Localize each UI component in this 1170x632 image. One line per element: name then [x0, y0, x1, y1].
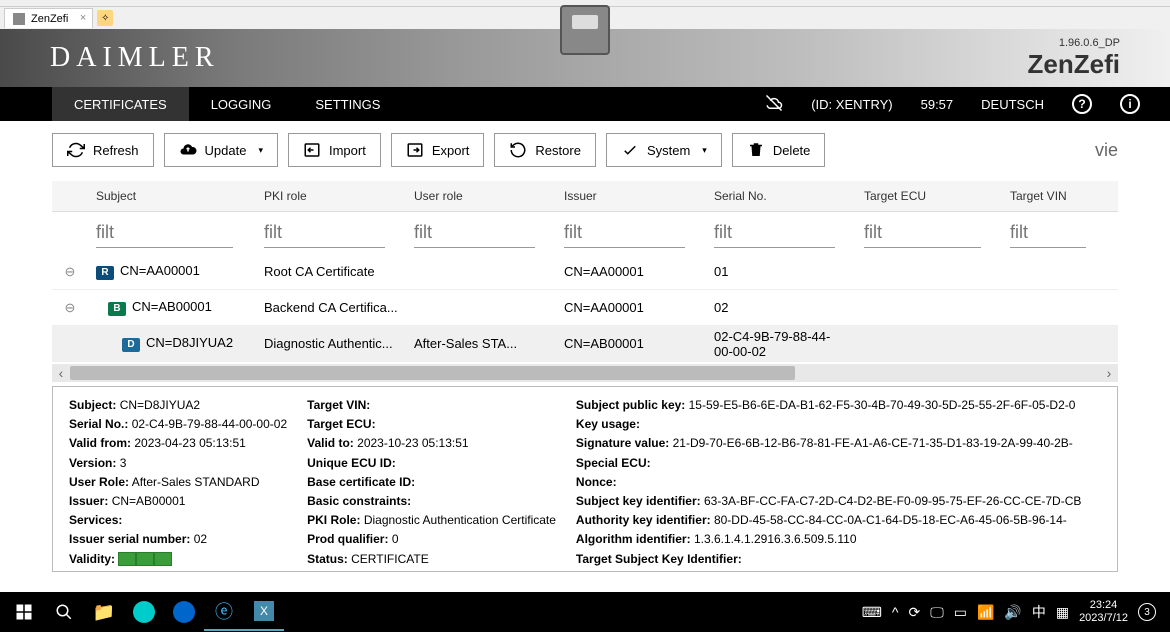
action-center-icon[interactable]: ▦ — [1056, 604, 1069, 621]
nav-bar: CERTIFICATES LOGGING SETTINGS (ID: XENTR… — [0, 87, 1170, 121]
col-header-user[interactable]: User role — [406, 181, 556, 211]
import-icon — [303, 141, 321, 159]
refresh-button[interactable]: Refresh — [52, 133, 154, 167]
scroll-left-icon[interactable]: ‹ — [52, 364, 70, 382]
validity-indicator — [118, 552, 172, 566]
app-icon-1[interactable] — [124, 593, 164, 631]
notification-badge[interactable]: 3 — [1138, 603, 1156, 621]
table-h-scrollbar[interactable]: ‹ › — [52, 364, 1118, 382]
system-button[interactable]: System — [606, 133, 722, 167]
filter-subject[interactable] — [96, 218, 233, 248]
system-tray: ⌨ ^ ⟳ 🖵 ▭ 📶 🔊 中 ▦ 23:24 2023/7/12 3 — [862, 599, 1166, 625]
volume-icon[interactable]: 🔊 — [1004, 604, 1021, 621]
ie-icon[interactable]: ⓔ — [204, 593, 244, 631]
filter-row — [52, 212, 1118, 254]
help-icon[interactable]: ? — [1072, 94, 1092, 114]
lang-toggle[interactable]: DEUTSCH — [981, 97, 1044, 112]
delete-button[interactable]: Delete — [732, 133, 826, 167]
app-icon-2[interactable] — [164, 593, 204, 631]
col-header-serial[interactable]: Serial No. — [706, 181, 856, 211]
tab-title: ZenZefi — [31, 13, 68, 25]
table-row[interactable]: ⊖ BCN=AB00001 Backend CA Certifica... CN… — [52, 290, 1118, 326]
trash-icon — [747, 141, 765, 159]
export-button[interactable]: Export — [391, 133, 485, 167]
clock[interactable]: 23:24 2023/7/12 — [1079, 599, 1128, 625]
cert-type-badge: R — [96, 266, 114, 280]
sync-icon[interactable]: ⟳ — [908, 604, 920, 621]
nav-tab-settings[interactable]: SETTINGS — [293, 87, 402, 121]
display-icon[interactable]: 🖵 — [930, 604, 944, 621]
cloud-off-icon — [765, 94, 783, 115]
search-button[interactable] — [44, 593, 84, 631]
explorer-icon[interactable]: 📁 — [84, 593, 124, 631]
certificates-table: Subject PKI role User role Issuer Serial… — [52, 181, 1118, 382]
col-header-vin[interactable]: Target VIN — [1002, 181, 1102, 211]
session-time: 59:57 — [921, 97, 954, 112]
table-row[interactable]: ⊖ RCN=AA00001 Root CA Certificate CN=AA0… — [52, 254, 1118, 290]
table-header-row: Subject PKI role User role Issuer Serial… — [52, 181, 1118, 212]
tab-close[interactable]: × — [80, 12, 86, 24]
nav-tab-certificates[interactable]: CERTIFICATES — [52, 87, 189, 121]
restore-button[interactable]: Restore — [494, 133, 596, 167]
export-icon — [406, 141, 424, 159]
app-name: ZenZefi — [1028, 49, 1120, 80]
filter-pki[interactable] — [264, 218, 385, 248]
filter-user[interactable] — [414, 218, 535, 248]
col-header-ecu[interactable]: Target ECU — [856, 181, 1002, 211]
detail-panel: Subject: CN=D8JIYUA2 Serial No.: 02-C4-9… — [52, 386, 1118, 572]
col-header-pki[interactable]: PKI role — [256, 181, 406, 211]
check-icon — [621, 141, 639, 159]
filter-vin[interactable] — [1010, 218, 1086, 248]
windows-taskbar: 📁 ⓔ X ⌨ ^ ⟳ 🖵 ▭ 📶 🔊 中 ▦ 23:24 2023/7/12 … — [0, 592, 1170, 632]
col-header-issuer[interactable]: Issuer — [556, 181, 706, 211]
device-icon — [560, 5, 610, 55]
col-header-subject[interactable]: Subject — [88, 181, 256, 211]
table-row[interactable]: DCN=D8JIYUA2 Diagnostic Authentic... Aft… — [52, 326, 1118, 362]
version-text: 1.96.0.6_DP — [1028, 37, 1120, 49]
filter-ecu[interactable] — [864, 218, 981, 248]
tab-favicon — [13, 13, 25, 25]
filter-serial[interactable] — [714, 218, 835, 248]
ime-icon[interactable]: 中 — [1032, 602, 1046, 622]
update-button[interactable]: Update — [164, 133, 278, 167]
start-button[interactable] — [4, 593, 44, 631]
cert-type-badge: B — [108, 302, 126, 316]
import-button[interactable]: Import — [288, 133, 381, 167]
collapse-icon[interactable]: ⊖ — [60, 301, 80, 315]
xentry-icon[interactable]: X — [244, 593, 284, 631]
nav-tab-logging[interactable]: LOGGING — [189, 87, 294, 121]
restore-icon — [509, 141, 527, 159]
new-tab-button[interactable]: ✧ — [97, 10, 113, 26]
filter-issuer[interactable] — [564, 218, 685, 248]
tray-chevron-icon[interactable]: ^ — [892, 604, 899, 620]
wifi-icon[interactable]: 📶 — [977, 604, 994, 621]
refresh-icon — [67, 141, 85, 159]
id-label: (ID: XENTRY) — [811, 97, 892, 112]
browser-tab[interactable]: ZenZefi × — [4, 8, 93, 28]
daimler-logo: DAIMLER — [50, 42, 220, 74]
view-label: vie — [1095, 140, 1118, 161]
header-banner: DAIMLER 1.96.0.6_DP ZenZefi — [0, 29, 1170, 87]
keyboard-icon[interactable]: ⌨ — [862, 604, 882, 621]
info-icon[interactable]: i — [1120, 94, 1140, 114]
scroll-thumb[interactable] — [70, 366, 795, 380]
scroll-right-icon[interactable]: › — [1100, 364, 1118, 382]
toolbar: Refresh Update Import Export Restore Sys… — [52, 133, 1118, 167]
cert-type-badge: D — [122, 338, 140, 352]
battery-icon[interactable]: ▭ — [954, 604, 967, 621]
collapse-icon[interactable]: ⊖ — [60, 265, 80, 279]
cloud-upload-icon — [179, 141, 197, 159]
